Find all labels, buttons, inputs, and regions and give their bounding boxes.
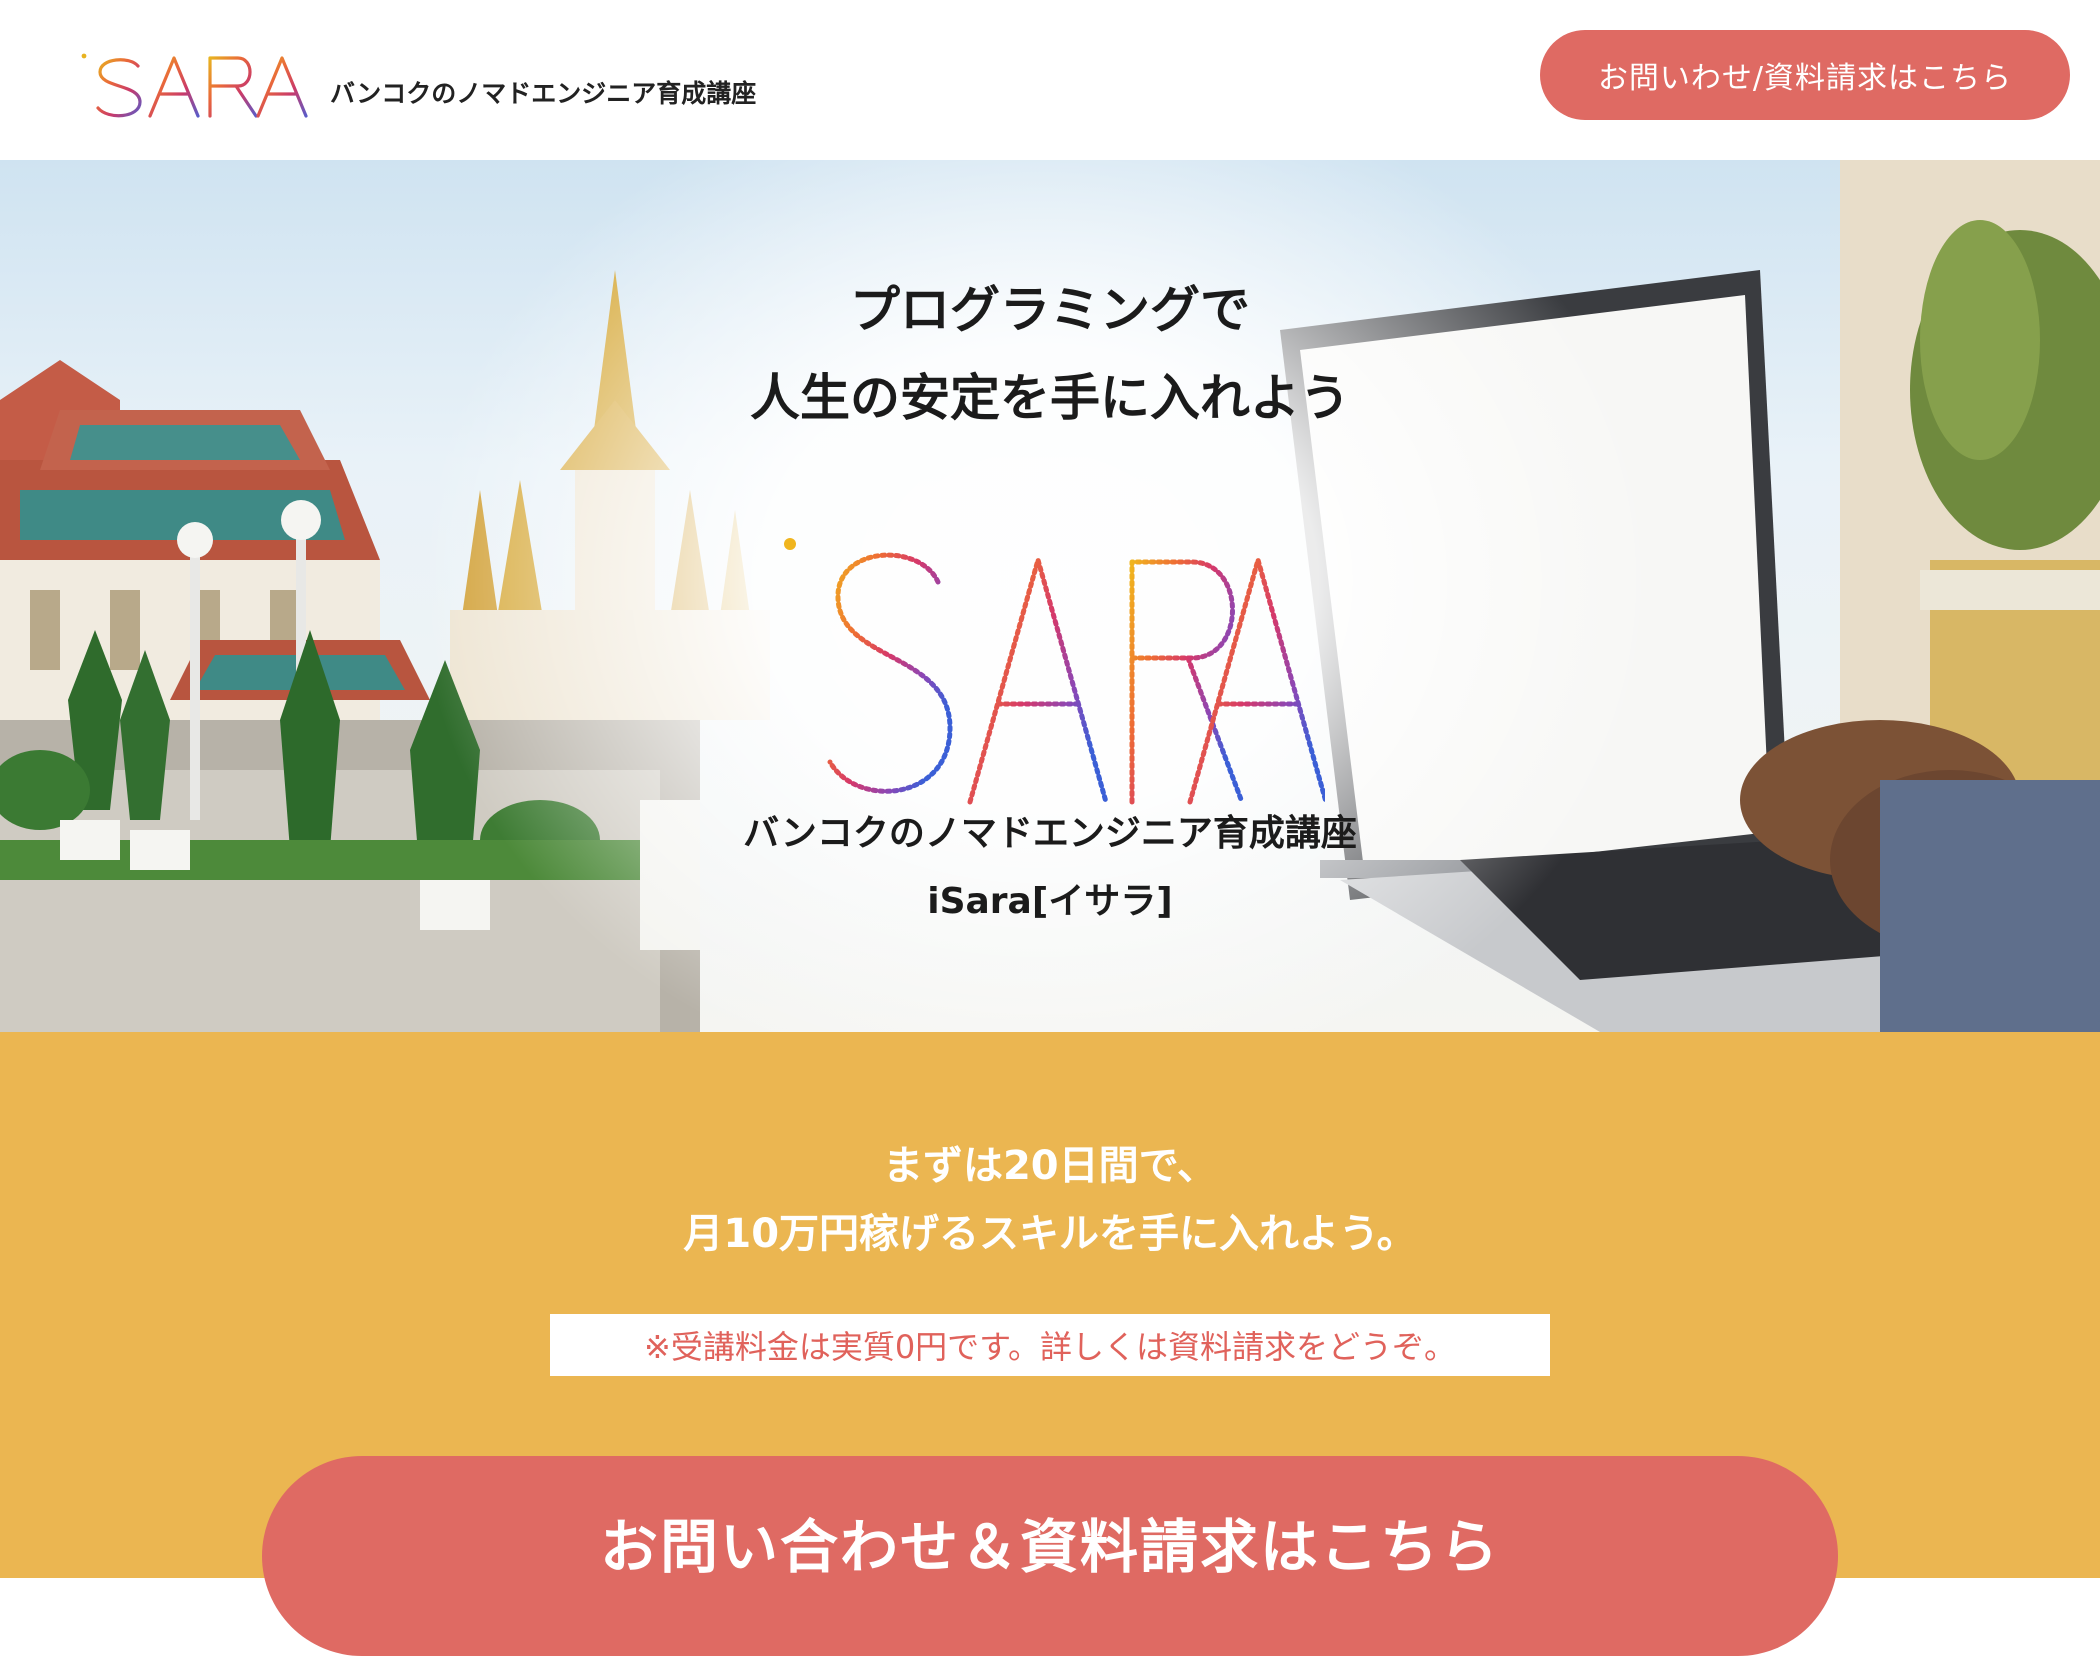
promo-headline: まずは20日間で、 月10万円稼げるスキルを手に入れよう。 <box>450 1132 1650 1268</box>
hero-section: プログラミングで 人生の安定を手に入れよう バンコクのノマドエンジニア育成講座 … <box>0 160 2100 1032</box>
tuition-note: ※受講料金は実質0円です。詳しくは資料請求をどうぞ。 <box>550 1314 1550 1376</box>
hero-subheadline: バンコクのノマドエンジニア育成講座 iSara[イサラ] <box>550 800 1550 936</box>
promo-headline-line2: 月10万円稼げるスキルを手に入れよう。 <box>683 1211 1417 1257</box>
hero-headline-line2: 人生の安定を手に入れよう <box>750 369 1350 427</box>
hero-sub-line2: iSara[イサラ] <box>927 881 1173 922</box>
header-contact-button[interactable]: お問いわせ/資料請求はこちら <box>1540 30 2070 120</box>
hero-headline-line1: プログラミングで <box>850 281 1250 339</box>
hero-headline: プログラミングで 人生の安定を手に入れよう <box>550 266 1550 442</box>
hero-sub-line1: バンコクのノマドエンジニア育成講座 <box>743 813 1357 854</box>
header-tagline: バンコクのノマドエンジニア育成講座 <box>330 79 757 108</box>
hero-isara-logo <box>784 538 1325 805</box>
promo-section: まずは20日間で、 月10万円稼げるスキルを手に入れよう。 ※受講料金は実質0円… <box>0 1032 2100 1656</box>
contact-request-button[interactable]: お問い合わせ＆資料請求はこちら <box>262 1456 1838 1656</box>
site-header: バンコクのノマドエンジニア育成講座 お問いわせ/資料請求はこちら <box>0 0 2100 160</box>
promo-headline-line1: まずは20日間で、 <box>882 1143 1218 1189</box>
isara-logo[interactable] <box>78 50 311 122</box>
